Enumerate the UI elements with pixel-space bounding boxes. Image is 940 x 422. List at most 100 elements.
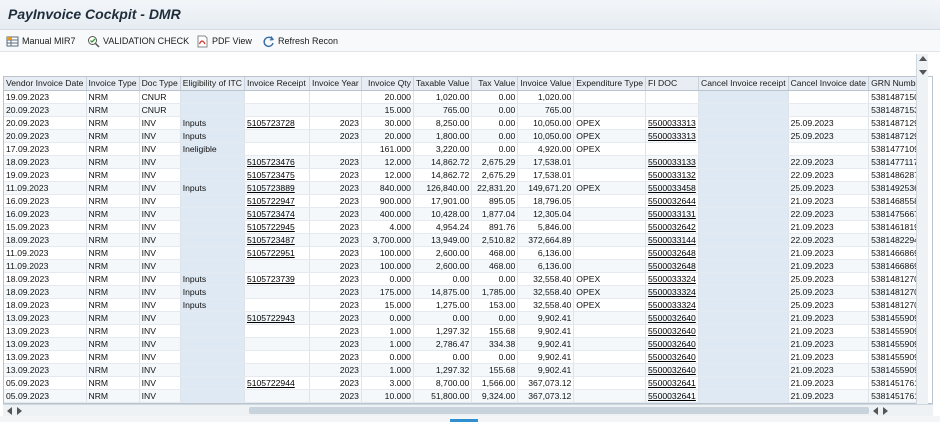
table-cell: 21.09.2023 [788, 389, 870, 403]
col-cancel-invoice-date[interactable]: Cancel Invoice date [788, 77, 870, 91]
table-cell: 1.000 [361, 324, 414, 338]
scroll-right-icon[interactable] [17, 407, 22, 415]
table-cell[interactable]: 5105723476 [244, 155, 310, 169]
table-row[interactable]: 17.09.2023 NRM INV Ineligible 161.000 3,220.0… [4, 142, 927, 156]
horizontal-scroll-thumb[interactable] [249, 407, 869, 414]
table-cell[interactable]: 5500032644 [645, 194, 700, 208]
table-row[interactable]: 05.09.2023 NRM INV 5105722944 2023 3.000 8,700… [4, 376, 927, 390]
vertical-scrollbar[interactable] [916, 54, 928, 404]
table-cell: 11.09.2023 [4, 181, 87, 195]
table-cell[interactable]: 5105722943 [244, 311, 310, 325]
table-row[interactable]: 05.09.2023 NRM INV 2023 10.000 51,800.00 9,324… [4, 389, 927, 403]
table-cell[interactable]: 5105723487 [244, 233, 310, 247]
table-cell: 18,796.05 [517, 194, 575, 208]
table-row[interactable]: 20.09.2023 NRM CNUR 15.000 765.00 0.00 765.00 5… [4, 103, 927, 117]
table-cell[interactable]: 5500032648 [645, 246, 700, 260]
col-tax-value[interactable]: Tax Value [471, 77, 519, 91]
table-cell[interactable]: 5500033324 [645, 298, 700, 312]
table-cell: 1,800.00 [413, 129, 473, 143]
table-cell[interactable]: 5500033324 [645, 285, 700, 299]
table-cell[interactable]: 5500033324 [645, 272, 700, 286]
col-invoice-receipt[interactable]: Invoice Receipt [244, 77, 310, 91]
table-cell[interactable]: 5500033313 [645, 116, 700, 130]
col-fi-doc[interactable]: FI DOC [645, 77, 700, 91]
table-cell[interactable]: 5105723474 [244, 207, 310, 221]
table-cell[interactable]: 5500033132 [645, 168, 700, 182]
table-row[interactable]: 11.09.2023 NRM INV 5105722951 2023 100.000 2,6… [4, 246, 927, 260]
col-vendor-invoice-date[interactable]: Vendor Invoice Date [4, 77, 87, 91]
table-row[interactable]: 11.09.2023 NRM INV 2023 100.000 2,600.00 468.0… [4, 259, 927, 273]
table-cell[interactable]: 5500032641 [645, 376, 700, 390]
scroll-up-icon[interactable] [919, 56, 927, 61]
scroll-left-icon[interactable] [873, 407, 878, 415]
col-doc-type[interactable]: Doc Type [139, 77, 181, 91]
table-cell[interactable]: 5500033131 [645, 207, 700, 221]
table-row[interactable]: 16.09.2023 NRM INV 5105722947 2023 900.000 17,… [4, 194, 927, 208]
scroll-right-icon[interactable] [883, 407, 888, 415]
table-cell[interactable]: 5500033458 [645, 181, 700, 195]
table-row[interactable]: 13.09.2023 NRM INV 2023 1.000 2,786.47 334.38 9… [4, 337, 927, 351]
table-cell[interactable]: 5105723739 [244, 272, 310, 286]
table-cell: 21.09.2023 [788, 363, 870, 377]
refresh-recon-button[interactable]: Refresh Recon [262, 33, 338, 49]
table-cell [788, 142, 870, 156]
table-row[interactable]: 18.09.2023 NRM INV 5105723487 2023 3,700.000 1… [4, 233, 927, 247]
table-cell[interactable]: 5105723475 [244, 168, 310, 182]
table-cell[interactable]: 5105722945 [244, 220, 310, 234]
col-invoice-qty[interactable]: Invoice Qty [361, 77, 414, 91]
col-expenditure-type[interactable]: Expenditure Type [573, 77, 647, 91]
table-cell[interactable]: 5500032642 [645, 220, 700, 234]
col-taxable-value[interactable]: Taxable Value [413, 77, 473, 91]
table-cell[interactable]: 5500032641 [645, 389, 700, 403]
table-cell: NRM [86, 350, 140, 364]
table-cell[interactable]: 5105722944 [244, 376, 310, 390]
table-row[interactable]: 11.09.2023 NRM INV Inputs 5105723889 2023 840.… [4, 181, 927, 195]
table-cell[interactable]: 5500033133 [645, 155, 700, 169]
table-cell[interactable]: 5500032640 [645, 324, 700, 338]
col-invoice-type[interactable]: Invoice Type [86, 77, 140, 91]
table-cell[interactable]: 5500033313 [645, 129, 700, 143]
table-row[interactable]: 13.09.2023 NRM INV 2023 1.000 1,297.32 155.68 9… [4, 363, 927, 377]
table-cell[interactable]: 5105722951 [244, 246, 310, 260]
col-invoice-value[interactable]: Invoice Value [517, 77, 575, 91]
table-row[interactable]: 19.09.2023 NRM CNUR 20.000 1,020.00 0.00 1,020… [4, 90, 927, 104]
col-eligibility-of-itc[interactable]: Eligibility of ITC [180, 77, 245, 91]
table-cell[interactable]: 5500032640 [645, 363, 700, 377]
table-row[interactable]: 18.09.2023 NRM INV 5105723476 2023 12.000 14,8… [4, 155, 927, 169]
col-invoice-year[interactable]: Invoice Year [309, 77, 362, 91]
table-cell[interactable]: 5105723728 [244, 116, 310, 130]
table-cell[interactable]: 5500032640 [645, 311, 700, 325]
table-cell[interactable]: 5105722947 [244, 194, 310, 208]
table-cell[interactable]: 5500032648 [645, 259, 700, 273]
table-cell[interactable]: 5500032640 [645, 350, 700, 364]
horizontal-scrollbar[interactable] [3, 404, 933, 416]
pdf-view-button[interactable]: PDF View [196, 33, 252, 49]
validation-check-button[interactable]: VALIDATION CHECK [87, 33, 189, 49]
table-row[interactable]: 19.09.2023 NRM INV 5105723475 2023 12.000 14,8… [4, 168, 927, 182]
col-cancel-invoice-receipt[interactable]: Cancel Invoice receipt [698, 77, 789, 91]
table-cell: 21.09.2023 [788, 259, 870, 273]
table-cell[interactable]: 5105723889 [244, 181, 310, 195]
table-cell: INV [139, 116, 181, 130]
table-row[interactable]: 18.09.2023 NRM INV Inputs 2023 175.000 14,875.… [4, 285, 927, 299]
scroll-left-icon[interactable] [7, 407, 12, 415]
invoice-grid[interactable]: Vendor Invoice Date Invoice Type Doc Typ… [3, 76, 933, 404]
table-row[interactable]: 20.09.2023 NRM INV Inputs 2023 20.000 1,800.00… [4, 129, 927, 143]
table-row[interactable]: 16.09.2023 NRM INV 5105723474 2023 400.000 10,… [4, 207, 927, 221]
table-cell[interactable]: 5500032640 [645, 337, 700, 351]
table-row[interactable]: 18.09.2023 NRM INV Inputs 2023 15.000 1,275.00… [4, 298, 927, 312]
table-cell [645, 90, 700, 104]
table-row[interactable]: 15.09.2023 NRM INV 5105722945 2023 4.000 4,954… [4, 220, 927, 234]
table-cell: 0.000 [361, 311, 414, 325]
scroll-down-icon[interactable] [919, 70, 927, 75]
manual-mir7-button[interactable]: Manual MIR7 [6, 33, 76, 49]
table-cell: 8,250.00 [413, 116, 473, 130]
table-cell [698, 337, 789, 351]
table-row[interactable]: 13.09.2023 NRM INV 2023 1.000 1,297.32 155.68 9… [4, 324, 927, 338]
table-row[interactable]: 13.09.2023 NRM INV 2023 0.000 0.00 0.00 9,902.4… [4, 350, 927, 364]
table-cell[interactable]: 5500033144 [645, 233, 700, 247]
table-row[interactable]: 18.09.2023 NRM INV Inputs 5105723739 2023 0.00… [4, 272, 927, 286]
table-row[interactable]: 20.09.2023 NRM INV Inputs 5105723728 2023 30.0… [4, 116, 927, 130]
table-row[interactable]: 13.09.2023 NRM INV 5105722943 2023 0.000 0.00 0… [4, 311, 927, 325]
table-cell: 17,538.01 [517, 168, 575, 182]
